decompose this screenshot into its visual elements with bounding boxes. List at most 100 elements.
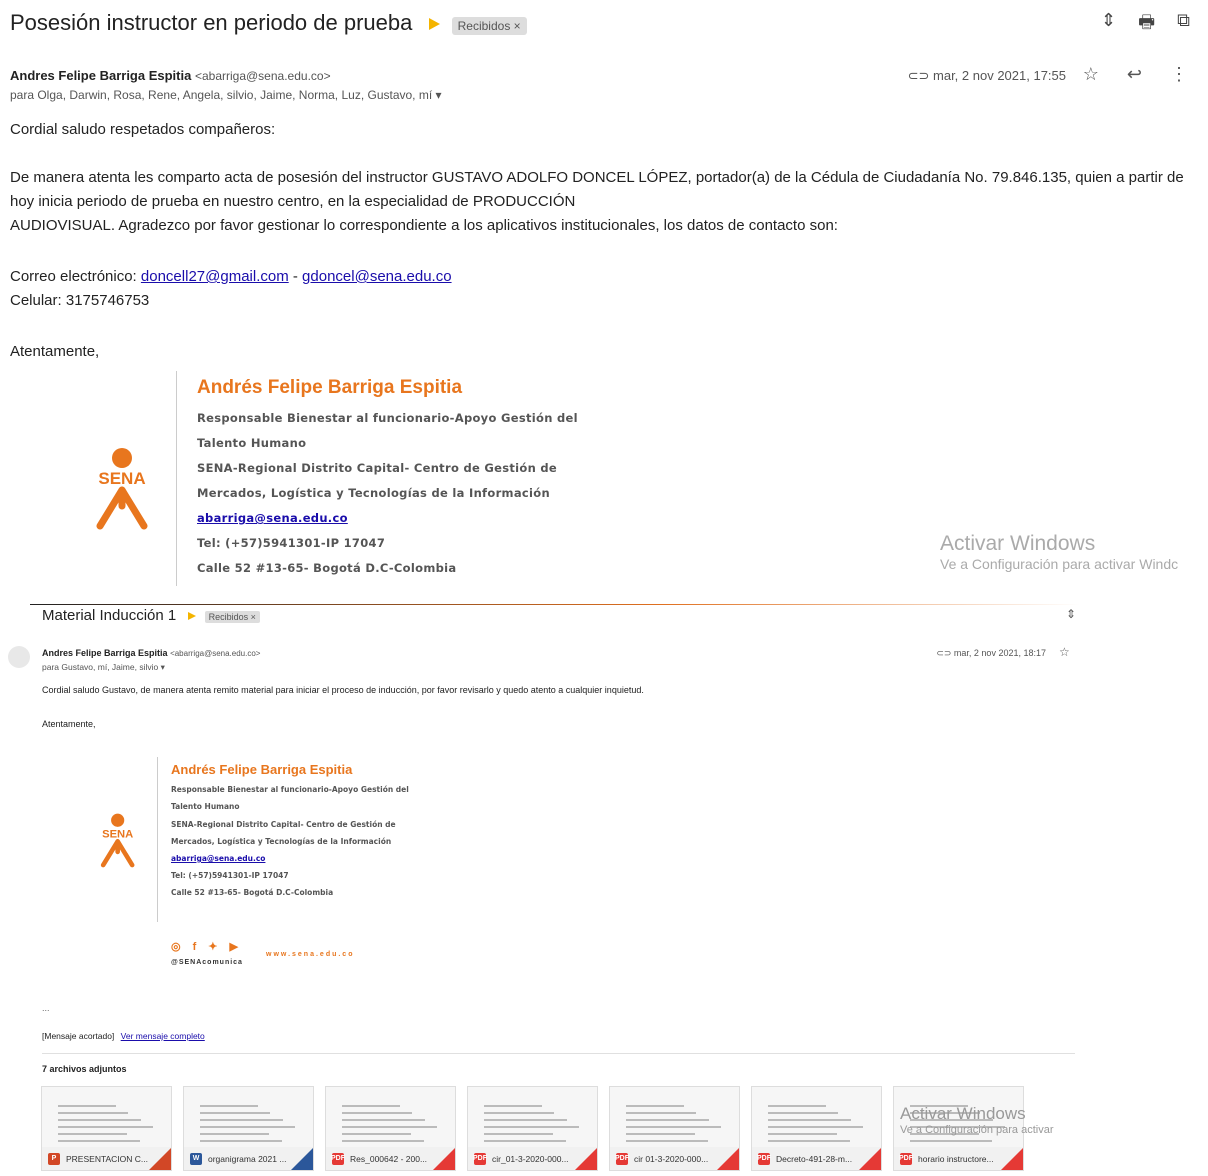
signature-divider bbox=[157, 757, 158, 922]
signature-email-link[interactable]: abarriga@sena.edu.co bbox=[171, 854, 265, 863]
contact-email-link-1[interactable]: doncell27@gmail.com bbox=[141, 268, 289, 285]
chevron-down-icon[interactable]: ▾ bbox=[436, 88, 442, 102]
chevron-down-icon[interactable]: ▾ bbox=[161, 662, 165, 672]
attachment-thumbnail bbox=[468, 1087, 597, 1149]
file-type-icon: W bbox=[190, 1152, 202, 1165]
attachment-card[interactable]: PDF cir 01-3-2020-000... bbox=[609, 1086, 740, 1171]
recipients-line[interactable]: para Gustavo, mí, Jaime, silvio ▾ bbox=[42, 662, 165, 673]
file-corner-icon bbox=[717, 1148, 739, 1170]
file-type-icon: PDF bbox=[615, 1152, 629, 1165]
sender-name[interactable]: Andres Felipe Barriga Espitia bbox=[10, 68, 191, 83]
email-date: ⊂⊃ mar, 2 nov 2021, 17:55 bbox=[908, 68, 1066, 84]
recipients-text: para Gustavo, mí, Jaime, silvio bbox=[42, 662, 159, 672]
attachment-filename: organigrama 2021 ... bbox=[208, 1153, 287, 1164]
signature-email-link[interactable]: abarriga@sena.edu.co bbox=[197, 511, 348, 525]
sena-logo: SENA bbox=[80, 446, 165, 536]
signature-title-2: Talento Humano bbox=[171, 802, 240, 811]
attachment-card[interactable]: PDF Decreto-491-28-m... bbox=[751, 1086, 882, 1171]
file-corner-icon bbox=[433, 1148, 455, 1170]
closing: Atentamente, bbox=[10, 343, 100, 360]
contact-email-line: Correo electrónico: doncell27@gmail.com … bbox=[10, 265, 1200, 289]
body-line-1: De manera atenta les comparto acta de po… bbox=[10, 169, 1184, 186]
attachments-title: 7 archivos adjuntos bbox=[42, 1064, 127, 1074]
watermark-subtitle: Ve a Configuración para activar bbox=[900, 1124, 1054, 1136]
open-new-window-icon[interactable]: ⧉ bbox=[1177, 10, 1190, 40]
facebook-icon[interactable]: f bbox=[193, 941, 197, 953]
expand-collapse-icon[interactable]: ⇕ bbox=[1101, 10, 1116, 40]
star-icon[interactable]: ☆ bbox=[1059, 645, 1070, 659]
attachment-icon: ⊂⊃ bbox=[907, 68, 934, 83]
signature-address: Calle 52 #13-65- Bogotá D.C-Colombia bbox=[197, 561, 457, 575]
website-link[interactable]: www.sena.edu.co bbox=[266, 951, 354, 958]
recipients-line[interactable]: para Olga, Darwin, Rosa, Rene, Angela, s… bbox=[10, 88, 442, 102]
file-corner-icon bbox=[149, 1148, 171, 1170]
youtube-icon[interactable]: ▶ bbox=[230, 940, 238, 953]
sender-line: Andres Felipe Barriga Espitia <abarriga@… bbox=[42, 648, 260, 658]
body-line-2: hoy inicia periodo de prueba en nuestro … bbox=[10, 193, 576, 210]
more-options-icon[interactable]: ⋮ bbox=[1170, 64, 1188, 85]
watermark-subtitle: Ve a Configuración para activar Windc bbox=[940, 556, 1179, 572]
signature-address: Calle 52 #13-65- Bogotá D.C-Colombia bbox=[171, 888, 334, 897]
logo-text: SENA bbox=[98, 469, 145, 488]
subject-text: Posesión instructor en periodo de prueba bbox=[10, 10, 413, 35]
email-subject: Posesión instructor en periodo de prueba… bbox=[10, 10, 527, 36]
social-handle: @SENAcomunica bbox=[171, 959, 243, 966]
signature-title-4: Mercados, Logística y Tecnologías de la … bbox=[197, 486, 550, 500]
trimmed-label: [Mensaje acortado] bbox=[42, 1031, 115, 1041]
print-icon[interactable]: 🖶 bbox=[1138, 10, 1155, 40]
attachment-card[interactable]: Worganigrama 2021 ... bbox=[183, 1086, 314, 1171]
signature-tel: Tel: (+57)5941301-IP 17047 bbox=[171, 871, 289, 880]
date-text: mar, 2 nov 2021, 17:55 bbox=[933, 68, 1066, 83]
attachment-thumbnail bbox=[184, 1087, 313, 1149]
signature-divider bbox=[176, 371, 177, 586]
file-type-icon: PDF bbox=[473, 1152, 487, 1165]
screenshot-divider bbox=[30, 604, 1080, 605]
expand-collapse-icon[interactable]: ⇕ bbox=[1066, 607, 1076, 621]
logo-text: SENA bbox=[102, 828, 133, 840]
attachment-card[interactable]: PDF cir_01-3-2020-000... bbox=[467, 1086, 598, 1171]
attachment-card[interactable]: P PRESENTACION C... bbox=[41, 1086, 172, 1171]
greeting: Cordial saludo respetados compañeros: bbox=[10, 121, 276, 138]
contact-email-link-2[interactable]: gdoncel@sena.edu.co bbox=[302, 268, 452, 285]
signature-title-1: Responsable Bienestar al funcionario-Apo… bbox=[197, 411, 578, 425]
signature-tel: Tel: (+57)5941301-IP 17047 bbox=[197, 536, 386, 550]
date-text: mar, 2 nov 2021, 18:17 bbox=[953, 648, 1046, 658]
social-icons: ◎ f ✦ ▶ bbox=[171, 940, 238, 954]
attachment-filename: horario instructore... bbox=[918, 1153, 994, 1164]
star-icon[interactable]: ☆ bbox=[1083, 64, 1099, 85]
trimmed-message: [Mensaje acortado] Ver mensaje completo bbox=[42, 1031, 205, 1041]
attachment-filename: cir 01-3-2020-000... bbox=[634, 1153, 709, 1164]
attachment-thumbnail bbox=[752, 1087, 881, 1149]
attachment-filename: cir_01-3-2020-000... bbox=[492, 1153, 569, 1164]
attachments-divider bbox=[42, 1053, 1075, 1054]
signature-title-3: SENA-Regional Distrito Capital- Centro d… bbox=[171, 820, 396, 829]
reply-icon[interactable]: ↩ bbox=[1127, 64, 1142, 85]
sender-name[interactable]: Andres Felipe Barriga Espitia bbox=[42, 648, 168, 658]
importance-marker-icon[interactable] bbox=[188, 612, 197, 621]
attachment-card[interactable]: PDF Res_000642 - 200... bbox=[325, 1086, 456, 1171]
inbox-label-chip[interactable]: Recibidos × bbox=[204, 611, 260, 623]
sender-email: <abarriga@sena.edu.co> bbox=[170, 649, 261, 658]
contact-email-label: Correo electrónico: bbox=[10, 268, 141, 285]
email2-body: Cordial saludo Gustavo, de manera atenta… bbox=[42, 685, 644, 695]
signature-title-1: Responsable Bienestar al funcionario-Apo… bbox=[171, 785, 409, 794]
signature-title-3: SENA-Regional Distrito Capital- Centro d… bbox=[197, 461, 558, 475]
file-corner-icon bbox=[575, 1148, 597, 1170]
view-full-message-link[interactable]: Ver mensaje completo bbox=[121, 1031, 205, 1041]
watermark-title: Activar Windows bbox=[940, 532, 1096, 555]
inbox-label-chip[interactable]: Recibidos × bbox=[451, 17, 527, 35]
attachment-filename: PRESENTACION C... bbox=[66, 1153, 149, 1164]
phone-line: Celular: 3175746753 bbox=[10, 292, 150, 309]
instagram-icon[interactable]: ◎ bbox=[171, 940, 181, 953]
attachment-thumbnail bbox=[326, 1087, 455, 1149]
importance-marker-icon[interactable] bbox=[428, 18, 440, 31]
separator: - bbox=[288, 268, 303, 285]
ellipsis: ... bbox=[42, 1003, 50, 1013]
file-corner-icon bbox=[859, 1148, 881, 1170]
email2-subject: Material Inducción 1 Recibidos × bbox=[42, 607, 260, 624]
attachment-thumbnail bbox=[42, 1087, 171, 1149]
message-actions: ☆ ↩ ⋮ bbox=[1083, 64, 1188, 85]
sender-email: <abarriga@sena.edu.co> bbox=[194, 69, 331, 83]
file-corner-icon bbox=[1001, 1148, 1023, 1170]
twitter-icon[interactable]: ✦ bbox=[208, 940, 217, 953]
